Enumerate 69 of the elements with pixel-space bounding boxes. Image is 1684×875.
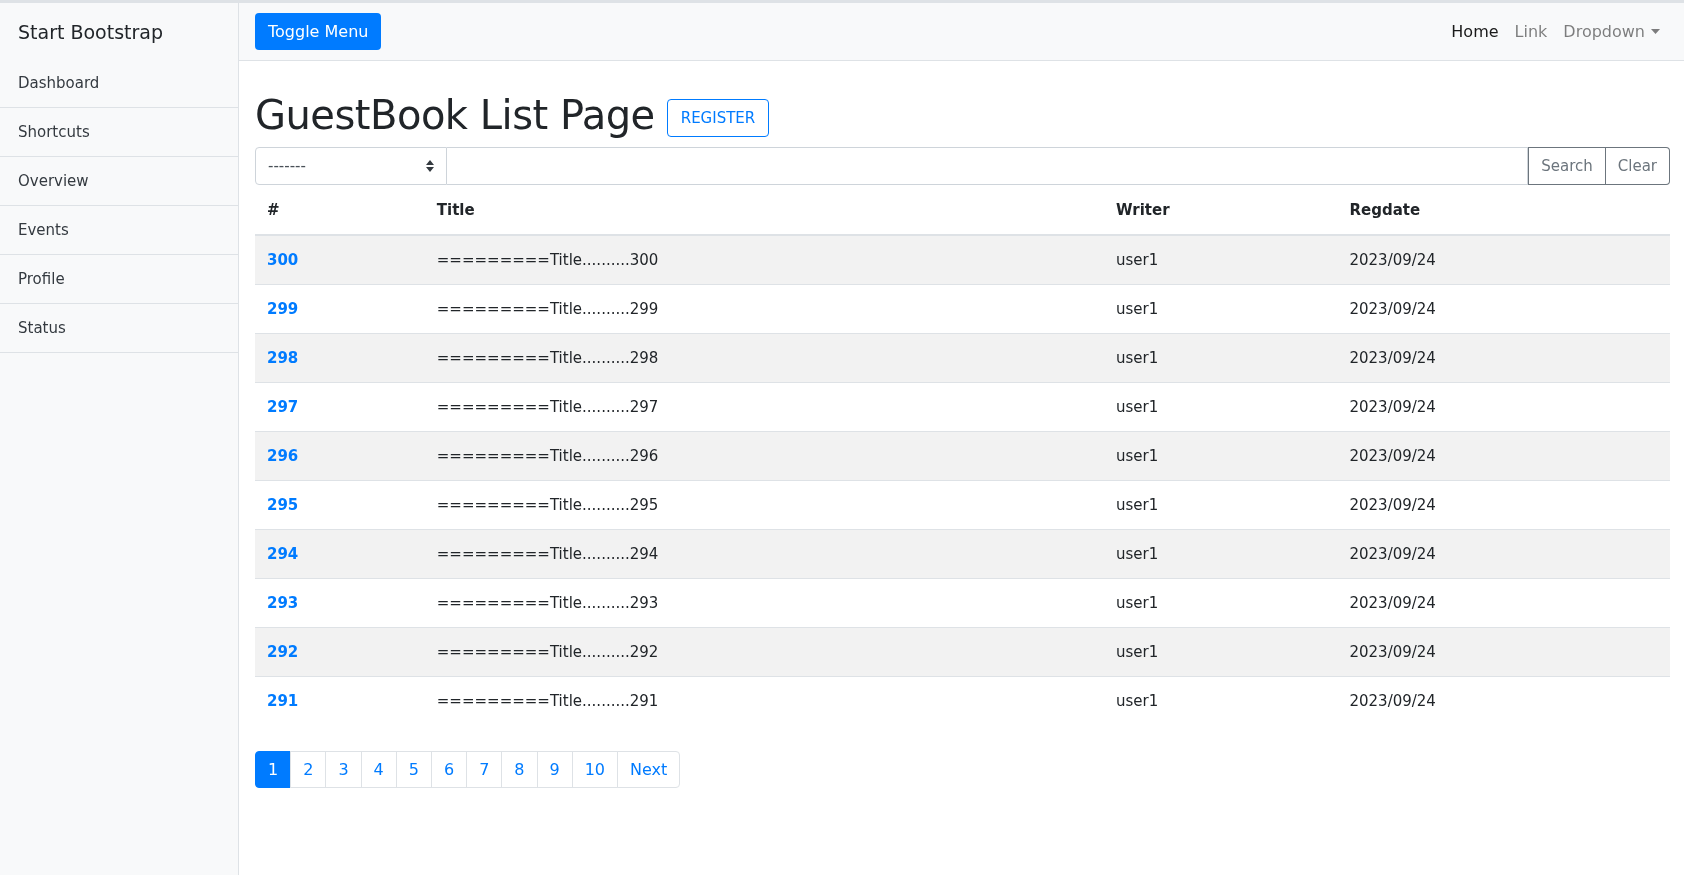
table-cell: user1 [1116,398,1159,416]
post-number-link[interactable]: 294 [267,545,299,563]
sidebar-item[interactable]: Status [0,304,238,353]
post-number-link[interactable]: 296 [267,447,299,465]
search-button[interactable]: Search [1528,147,1606,185]
post-number-link[interactable]: 300 [267,251,299,269]
type-select[interactable]: ------- [255,147,447,185]
table-cell: =========Title..........292 [436,643,659,661]
caret-icon [1651,29,1660,34]
table-cell: user1 [1116,447,1159,465]
table-cell: =========Title..........300 [436,251,659,269]
table-cell: 2023/09/24 [1349,692,1436,710]
post-number-link[interactable]: 292 [267,643,299,661]
page-link[interactable]: 8 [501,751,538,788]
table-cell: user1 [1116,496,1159,514]
post-number-link[interactable]: 295 [267,496,299,514]
post-number-link[interactable]: 299 [267,300,299,318]
table-cell: =========Title..........297 [436,398,659,416]
post-number-link[interactable]: 297 [267,398,299,416]
page-link[interactable]: 1 [255,751,292,788]
page-heading: GuestBook List Page [255,92,655,138]
table-cell: user1 [1116,545,1159,563]
table-cell: user1 [1116,643,1159,661]
sidebar-item[interactable]: Profile [0,255,238,304]
page-link[interactable]: Next [617,751,681,788]
updown-arrows-icon [426,160,434,172]
clear-button[interactable]: Clear [1605,147,1670,185]
nav-link[interactable]: Link [1514,22,1548,41]
page-link[interactable]: 10 [571,751,619,788]
table-cell: =========Title..........296 [436,447,659,465]
nav-link[interactable]: Home [1451,22,1499,41]
table-cell: =========Title..........299 [436,300,659,318]
table-cell: =========Title..........293 [436,594,659,612]
sidebar-item[interactable]: Overview [0,157,238,206]
page-link[interactable]: 2 [290,751,327,788]
table-cell: user1 [1116,692,1159,710]
table-cell: 2023/09/24 [1349,496,1436,514]
post-number-link[interactable]: 298 [267,349,299,367]
table-cell: user1 [1116,300,1159,318]
page-link[interactable]: 5 [395,751,432,788]
nav-dropdown[interactable]: Dropdown [1563,22,1660,41]
page-link[interactable]: 3 [325,751,362,788]
sidebar-brand: Start Bootstrap [17,20,165,45]
register-button[interactable]: REGISTER [666,99,770,137]
post-number-link[interactable]: 293 [267,594,299,612]
table-cell: user1 [1116,349,1159,367]
table-cell: 2023/09/24 [1349,594,1436,612]
table-cell: 2023/09/24 [1349,545,1436,563]
page-link[interactable]: 4 [360,751,397,788]
table-cell: 2023/09/24 [1349,447,1436,465]
table-cell: user1 [1116,251,1159,269]
table-cell: 2023/09/24 [1349,251,1436,269]
table-cell: 2023/09/24 [1349,643,1436,661]
sidebar-item[interactable]: Dashboard [0,59,238,108]
page-link[interactable]: 9 [536,751,573,788]
keyword-input-field[interactable] [447,147,1529,185]
table-cell: 2023/09/24 [1349,349,1436,367]
sidebar-item[interactable]: Events [0,206,238,255]
post-number-link[interactable]: 291 [267,692,299,710]
table-cell: user1 [1116,594,1159,612]
table-cell: =========Title..........295 [436,496,659,514]
page-link[interactable]: 7 [466,751,503,788]
table-cell: =========Title..........294 [436,545,659,563]
table-cell: 2023/09/24 [1349,300,1436,318]
table-cell: 2023/09/24 [1349,398,1436,416]
sidebar-item[interactable]: Shortcuts [0,108,238,157]
toggle-menu-button[interactable]: Toggle Menu [255,13,382,50]
table-cell: =========Title..........291 [436,692,659,710]
table-cell: =========Title..........298 [436,349,659,367]
